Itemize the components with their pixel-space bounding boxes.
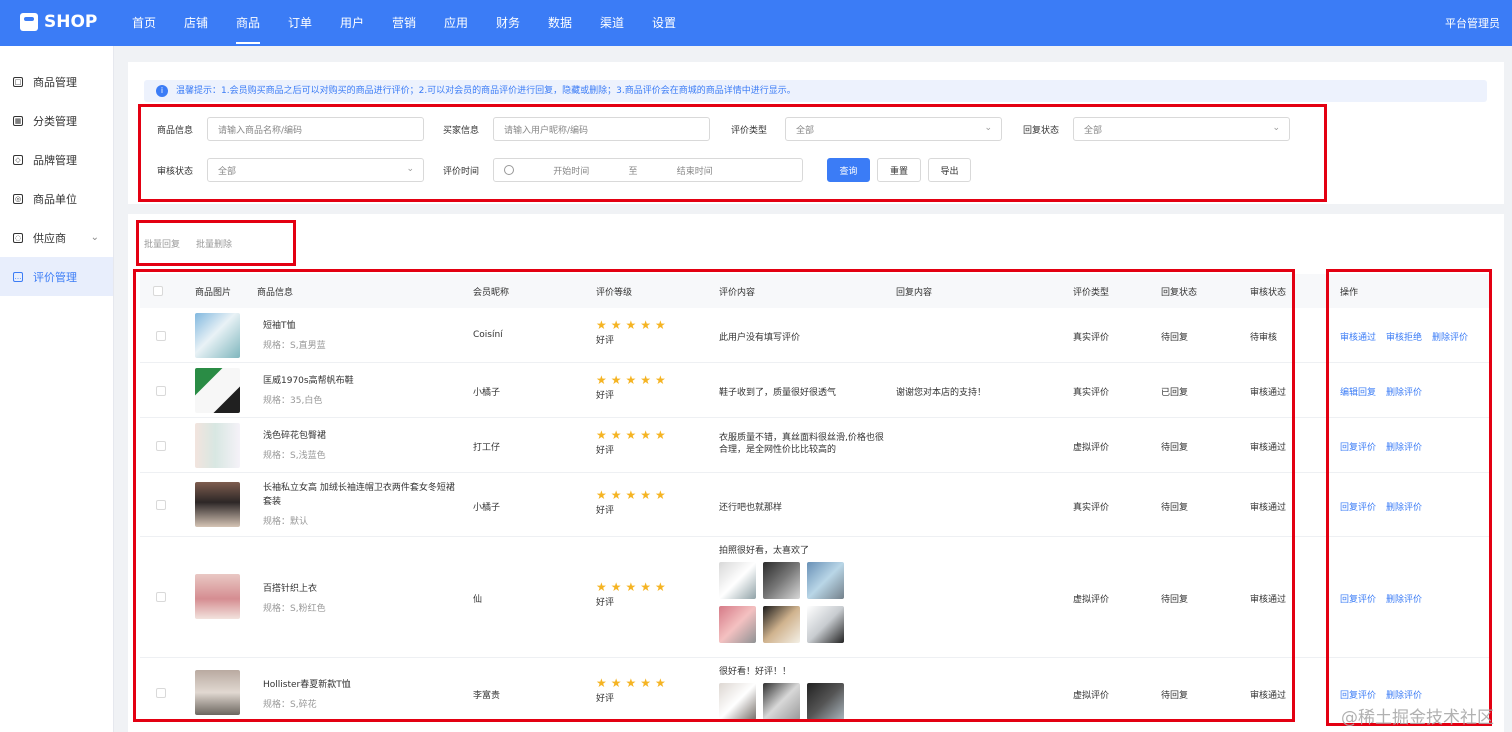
sidebar-item-review-management[interactable]: … 评价管理 — [0, 257, 113, 296]
nav-channels[interactable]: 渠道 — [586, 0, 638, 46]
sidebar-item-label: 供应商 — [33, 231, 66, 245]
sidebar-item-supplier[interactable]: ◌ 供应商 ⌄ — [0, 218, 113, 257]
sidebar-item-label: 商品管理 — [33, 75, 77, 89]
product-sidebar: □ 商品管理 ▦ 分类管理 ◇ 品牌管理 ◎ 商品单位 ◌ 供应商 ⌄ … 评价管理 — [0, 46, 114, 732]
sidebar-item-label: 评价管理 — [33, 270, 77, 284]
shop-icon — [20, 13, 38, 31]
sidebar-item-product-management[interactable]: □ 商品管理 — [0, 62, 113, 101]
comment-icon: … — [13, 271, 23, 282]
admin-user-label[interactable]: 平台管理员 — [1445, 15, 1500, 31]
nav-shops[interactable]: 店铺 — [170, 0, 222, 46]
top-navigation-bar: SHOP 首页 店铺 商品 订单 用户 营销 应用 财务 数据 渠道 设置 平台… — [0, 0, 1512, 46]
nav-products[interactable]: 商品 — [222, 0, 274, 46]
nav-apps[interactable]: 应用 — [430, 0, 482, 46]
nav-users[interactable]: 用户 — [326, 0, 378, 46]
nav-marketing[interactable]: 营销 — [378, 0, 430, 46]
unit-icon: ◎ — [13, 193, 23, 204]
actions-column-highlight-box — [1326, 269, 1492, 726]
table-highlight-box — [133, 269, 1295, 722]
category-icon: ▦ — [13, 115, 23, 126]
sidebar-item-product-unit[interactable]: ◎ 商品单位 — [0, 179, 113, 218]
warm-tip-banner: i 温馨提示：1.会员购买商品之后可以对购买的商品进行评价；2.可以对会员的商品… — [144, 80, 1487, 102]
sidebar-item-label: 分类管理 — [33, 114, 77, 128]
watermark-text: @稀土掘金技术社区 — [1341, 708, 1494, 728]
nav-home[interactable]: 首页 — [118, 0, 170, 46]
sidebar-item-category-management[interactable]: ▦ 分类管理 — [0, 101, 113, 140]
batch-actions-highlight-box — [136, 220, 296, 266]
search-highlight-box — [138, 104, 1327, 202]
chevron-down-icon: ⌄ — [90, 232, 99, 243]
brand-icon: ◇ — [13, 154, 23, 165]
shop-logo[interactable]: SHOP — [20, 12, 97, 32]
nav-settings[interactable]: 设置 — [638, 0, 690, 46]
logo-text: SHOP — [44, 12, 98, 32]
sidebar-item-brand-management[interactable]: ◇ 品牌管理 — [0, 140, 113, 179]
info-icon: i — [156, 85, 168, 97]
supplier-icon: ◌ — [13, 232, 23, 243]
sidebar-item-label: 品牌管理 — [33, 153, 77, 167]
sidebar-item-label: 商品单位 — [33, 192, 77, 206]
main-navigation: 首页 店铺 商品 订单 用户 营销 应用 财务 数据 渠道 设置 — [118, 0, 690, 46]
clipboard-icon: □ — [13, 76, 23, 87]
tip-text: 温馨提示：1.会员购买商品之后可以对购买的商品进行评价；2.可以对会员的商品评价… — [176, 86, 796, 96]
nav-orders[interactable]: 订单 — [274, 0, 326, 46]
nav-finance[interactable]: 财务 — [482, 0, 534, 46]
nav-data[interactable]: 数据 — [534, 0, 586, 46]
